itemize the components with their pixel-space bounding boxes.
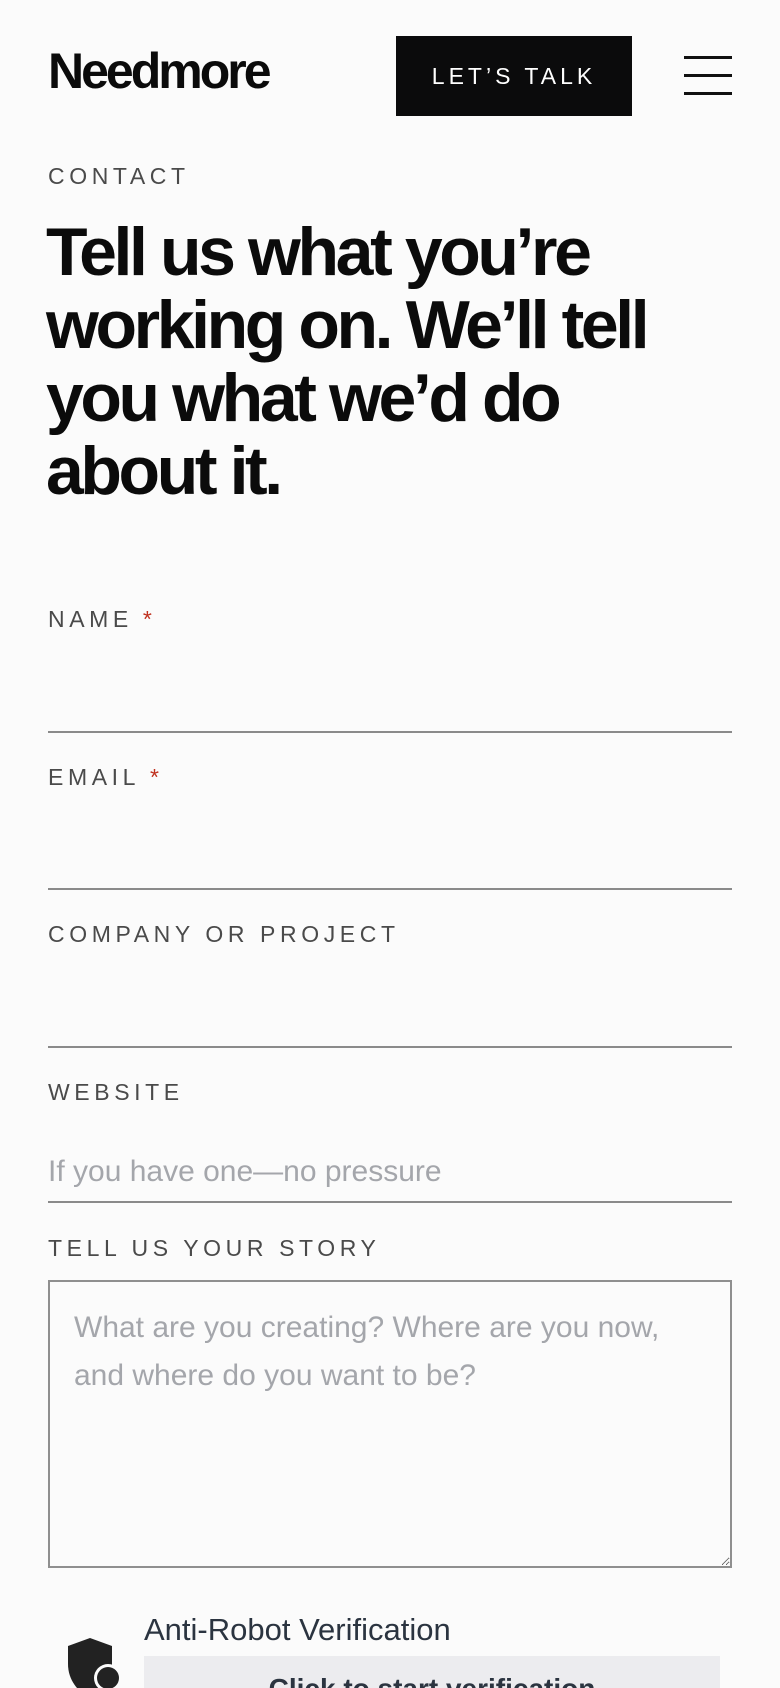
- verification-label: Anti-Robot Verification: [144, 1612, 451, 1647]
- name-field[interactable]: [48, 673, 732, 733]
- logo[interactable]: Needmore: [48, 46, 272, 96]
- company-label: COMPANY OR PROJECT: [48, 921, 400, 947]
- company-field[interactable]: [48, 988, 732, 1048]
- shield-icon: [68, 1638, 122, 1688]
- story-label: TELL US YOUR STORY: [48, 1235, 381, 1261]
- page-title: Tell us what you’re working on. We’ll te…: [46, 214, 650, 509]
- email-field[interactable]: [48, 830, 732, 890]
- required-mark: *: [142, 606, 152, 632]
- start-verification-button[interactable]: Click to start verification: [144, 1656, 720, 1688]
- page-eyebrow: CONTACT: [48, 163, 190, 189]
- required-mark: *: [150, 764, 159, 790]
- website-field[interactable]: [48, 1143, 732, 1203]
- story-textarea[interactable]: [48, 1280, 732, 1568]
- name-label: NAME *: [48, 606, 152, 632]
- website-label: WEBSITE: [48, 1079, 184, 1105]
- menu-icon[interactable]: [684, 56, 732, 96]
- email-label: EMAIL *: [48, 764, 159, 790]
- lets-talk-button[interactable]: LET’S TALK: [396, 36, 632, 116]
